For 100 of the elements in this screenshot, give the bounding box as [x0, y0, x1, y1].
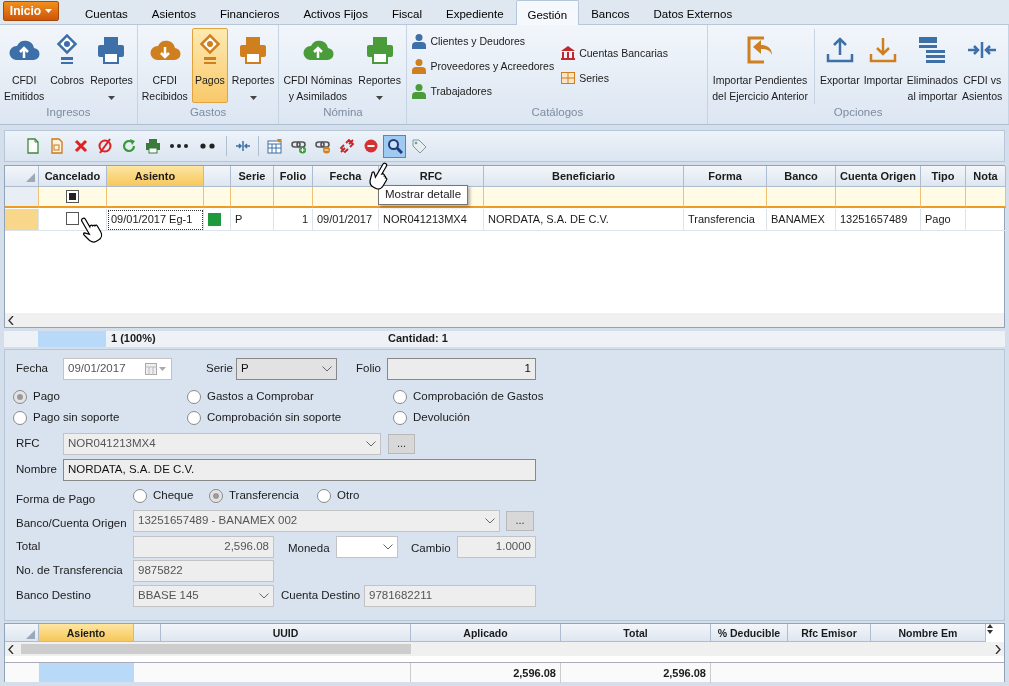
- radio-option[interactable]: Cheque: [133, 489, 209, 503]
- text-field[interactable]: 1: [387, 358, 536, 380]
- radio-indicator[interactable]: [209, 489, 223, 503]
- horizontal-scrollbar[interactable]: [5, 313, 1004, 327]
- radio-indicator[interactable]: [187, 389, 201, 404]
- ribbon-tab[interactable]: Financieros: [207, 0, 292, 24]
- radio-option[interactable]: Comprobación de Gastos: [393, 386, 1004, 407]
- column-header[interactable]: Cuenta Origen: [836, 166, 921, 187]
- ribbon-button[interactable]: Reportes: [356, 28, 403, 103]
- filter-cell[interactable]: [204, 187, 231, 208]
- dropdown[interactable]: P: [236, 358, 337, 380]
- radio-indicator[interactable]: [187, 410, 201, 425]
- column-header[interactable]: Tipo: [921, 166, 966, 187]
- combo-field[interactable]: NOR041213MX4: [63, 433, 381, 455]
- browse-button[interactable]: ...: [388, 434, 415, 454]
- ribbon-item[interactable]: Series: [558, 67, 670, 89]
- radio-indicator[interactable]: [13, 389, 27, 404]
- ribbon-button[interactable]: CFDI Emitidos: [2, 28, 47, 105]
- date-field[interactable]: 09/01/2017: [63, 358, 172, 380]
- ribbon-tab[interactable]: Asientos: [139, 0, 208, 24]
- column-header[interactable]: Asiento: [39, 624, 134, 642]
- filter-cell[interactable]: [107, 187, 204, 208]
- column-header[interactable]: [5, 624, 39, 642]
- ribbon-button[interactable]: Importar: [861, 28, 905, 103]
- column-header[interactable]: Serie: [231, 166, 274, 187]
- ribbon-item[interactable]: Cuentas Bancarias: [558, 42, 670, 64]
- column-header[interactable]: Nota: [966, 166, 1006, 187]
- ribbon-tab[interactable]: Fiscal: [379, 0, 434, 24]
- combo-field[interactable]: BBASE 145: [133, 585, 274, 607]
- column-header[interactable]: UUID: [161, 624, 411, 642]
- column-header[interactable]: Forma: [684, 166, 767, 187]
- filter-cell[interactable]: [231, 187, 274, 208]
- text-field[interactable]: 1.0000: [457, 536, 536, 558]
- ribbon-button[interactable]: Cobros: [48, 28, 87, 103]
- column-header[interactable]: Nombre Em: [871, 624, 986, 642]
- column-header[interactable]: Beneficiario: [484, 166, 684, 187]
- combo-field[interactable]: [336, 536, 398, 558]
- filter-cell[interactable]: [767, 187, 836, 208]
- radio-option[interactable]: Devolución: [393, 407, 1004, 428]
- text-field[interactable]: 2,596.08: [133, 536, 274, 558]
- filter-cell[interactable]: [921, 187, 966, 208]
- filter-cell[interactable]: [313, 187, 379, 208]
- radio-option[interactable]: Gastos a Comprobar: [187, 386, 393, 407]
- horizontal-scrollbar[interactable]: [5, 642, 1004, 656]
- toolbar-button[interactable]: [383, 134, 406, 158]
- browse-button[interactable]: ...: [506, 511, 534, 531]
- radio-indicator[interactable]: [13, 410, 27, 425]
- ribbon-item[interactable]: Clientes y Deudores: [409, 30, 557, 52]
- column-header[interactable]: % Deducible: [711, 624, 788, 642]
- text-field[interactable]: 9875822: [133, 560, 274, 582]
- table-cell: 09/01/2017: [313, 209, 379, 231]
- radio-indicator[interactable]: [393, 389, 407, 404]
- radio-option[interactable]: Comprobación sin soporte: [187, 407, 393, 428]
- ribbon-tab[interactable]: Expediente: [434, 0, 516, 24]
- ribbon-item[interactable]: Proveedores y Acreedores: [409, 55, 557, 77]
- scrollbar-thumb[interactable]: [21, 644, 411, 654]
- ribbon-button[interactable]: Eliminados al importar: [904, 28, 961, 105]
- filter-cell[interactable]: [966, 187, 1006, 208]
- ribbon-tab[interactable]: Gestión: [515, 0, 580, 25]
- ribbon-button[interactable]: Pagos: [191, 28, 228, 103]
- radio-indicator[interactable]: [393, 410, 407, 425]
- ribbon-button[interactable]: Exportar: [817, 28, 862, 103]
- column-header[interactable]: [134, 624, 161, 642]
- ribbon-button[interactable]: CFDI Recibidos: [139, 28, 190, 105]
- ribbon-button[interactable]: CFDI Nóminas y Asimilados: [281, 28, 355, 105]
- filter-checkbox[interactable]: [66, 190, 79, 203]
- column-header[interactable]: Folio: [274, 166, 313, 187]
- radio-indicator[interactable]: [133, 489, 147, 503]
- filter-cell[interactable]: [484, 187, 684, 208]
- column-header[interactable]: [5, 166, 39, 187]
- column-header[interactable]: Total: [561, 624, 711, 642]
- filter-cell[interactable]: [684, 187, 767, 208]
- radio-indicator[interactable]: [317, 489, 331, 503]
- column-header[interactable]: Fecha: [313, 166, 379, 187]
- radio-option[interactable]: Pago sin soporte: [13, 407, 187, 428]
- ribbon-tab[interactable]: Datos Externos: [641, 0, 745, 24]
- ribbon-tab[interactable]: Bancos: [579, 0, 642, 24]
- ribbon-button[interactable]: Reportes: [88, 28, 135, 103]
- column-header[interactable]: Aplicado: [411, 624, 561, 642]
- column-header[interactable]: Asiento: [107, 166, 204, 187]
- ribbon-tab[interactable]: Activos Fijos: [291, 0, 380, 24]
- ribbon-button[interactable]: Reportes: [229, 28, 277, 103]
- column-header[interactable]: [204, 166, 231, 187]
- column-header[interactable]: Cancelado: [39, 166, 107, 187]
- ribbon-button[interactable]: Importar Pendientes del Ejercicio Anterior: [710, 28, 815, 105]
- radio-option[interactable]: Transferencia: [209, 489, 317, 503]
- checkbox[interactable]: [66, 212, 79, 225]
- text-field[interactable]: NORDATA, S.A. DE C.V.: [63, 459, 536, 481]
- ribbon-tab[interactable]: Cuentas: [73, 0, 140, 24]
- combo-field[interactable]: 13251657489 - BANAMEX 002: [133, 510, 500, 532]
- column-header[interactable]: Rfc Emisor: [788, 624, 871, 642]
- filter-cell[interactable]: [274, 187, 313, 208]
- filter-cell[interactable]: [836, 187, 921, 208]
- column-header[interactable]: Banco: [767, 166, 836, 187]
- radio-option[interactable]: Otro: [317, 489, 397, 503]
- ribbon-item[interactable]: Trabajadores: [409, 80, 557, 102]
- ribbon-button[interactable]: CFDI vs Asientos: [960, 28, 1005, 105]
- filter-cell[interactable]: [39, 187, 107, 208]
- text-field[interactable]: 9781682211: [364, 585, 536, 607]
- radio-option[interactable]: Pago: [13, 386, 187, 407]
